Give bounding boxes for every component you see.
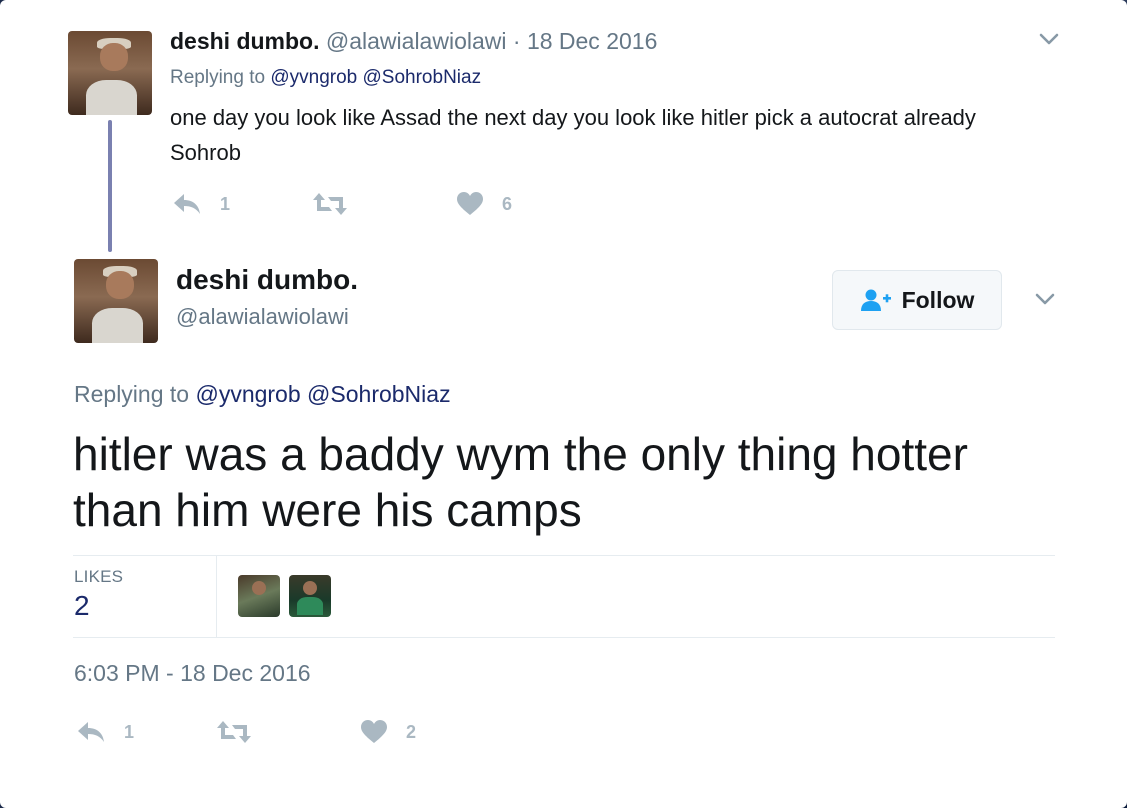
like-count: 2: [406, 721, 417, 742]
like-count: 6: [502, 193, 513, 214]
likes-label[interactable]: LIKES: [74, 567, 123, 587]
liker-avatar[interactable]: [238, 575, 280, 617]
parent-author[interactable]: deshi dumbo. @alawialawiolawi · 18 Dec 2…: [170, 28, 657, 55]
like-button[interactable]: 2: [360, 719, 416, 745]
add-user-icon: [860, 289, 891, 311]
divider: [73, 637, 1055, 638]
reply-icon: [78, 722, 104, 742]
chevron-down-icon[interactable]: [1036, 28, 1062, 50]
thread-connector: [108, 120, 112, 252]
reply-count: 1: [220, 193, 231, 214]
parent-avatar[interactable]: [68, 31, 152, 115]
main-replying-to: Replying to @yvngrob @SohrobNiaz: [74, 381, 451, 408]
reply-count: 1: [124, 721, 135, 742]
mention-link[interactable]: @yvngrob: [195, 381, 300, 407]
parent-author-name[interactable]: deshi dumbo.: [170, 28, 320, 54]
liker-avatar[interactable]: [289, 575, 331, 617]
meta-separator: ·: [512, 28, 521, 54]
parent-action-bar: 1 6: [172, 191, 572, 221]
reply-button[interactable]: 1: [76, 719, 134, 745]
retweet-button[interactable]: [312, 191, 348, 217]
parent-replying-to: Replying to @yvngrob @SohrobNiaz: [170, 67, 481, 89]
parent-date[interactable]: 18 Dec 2016: [527, 28, 657, 54]
main-action-bar: 1 2: [76, 719, 476, 749]
tweet-text: hitler was a baddy wym the only thing ho…: [73, 428, 968, 536]
replying-prefix: Replying to: [170, 67, 266, 88]
chevron-down-icon[interactable]: [1032, 288, 1058, 310]
like-button[interactable]: 6: [456, 191, 512, 217]
likes-count[interactable]: 2: [74, 590, 90, 622]
mention-link[interactable]: @yvngrob: [270, 67, 357, 88]
heart-icon: [361, 720, 387, 743]
reply-icon: [174, 194, 200, 214]
follow-button[interactable]: Follow: [832, 270, 1002, 330]
author-handle[interactable]: @alawialawiolawi: [176, 304, 349, 330]
replying-prefix: Replying to: [74, 381, 190, 407]
parent-author-handle[interactable]: @alawialawiolawi: [326, 28, 507, 54]
mention-link[interactable]: @SohrobNiaz: [363, 67, 482, 88]
parent-tweet-text: one day you look like Assad the next day…: [170, 105, 976, 165]
retweet-icon: [313, 193, 347, 215]
divider: [73, 555, 1055, 556]
mention-link[interactable]: @SohrobNiaz: [307, 381, 451, 407]
retweet-button[interactable]: [216, 719, 252, 745]
author-name[interactable]: deshi dumbo.: [176, 264, 358, 296]
retweet-icon: [217, 721, 251, 743]
author-avatar[interactable]: [74, 259, 158, 343]
heart-icon: [457, 192, 483, 215]
stats-separator: [216, 556, 217, 637]
tweet-permalink-card: deshi dumbo. @alawialawiolawi · 18 Dec 2…: [0, 0, 1127, 808]
reply-button[interactable]: 1: [172, 191, 230, 217]
tweet-timestamp[interactable]: 6:03 PM - 18 Dec 2016: [74, 660, 311, 687]
follow-label: Follow: [901, 286, 975, 313]
